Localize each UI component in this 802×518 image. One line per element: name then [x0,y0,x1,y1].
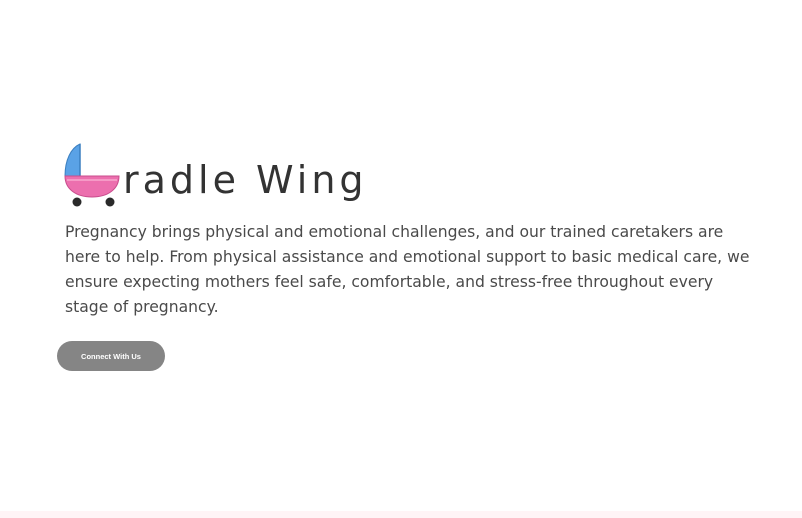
hero-section: radle Wing Pregnancy brings physical and… [60,140,760,320]
connect-with-us-button[interactable]: Connect With Us [57,341,165,371]
brand-logo: radle Wing [60,140,760,208]
hero-description: Pregnancy brings physical and emotional … [65,223,750,316]
page: radle Wing Pregnancy brings physical and… [0,0,802,518]
brand-name: radle Wing [123,158,368,202]
stroller-icon [64,143,120,207]
footer-strip [0,511,802,518]
